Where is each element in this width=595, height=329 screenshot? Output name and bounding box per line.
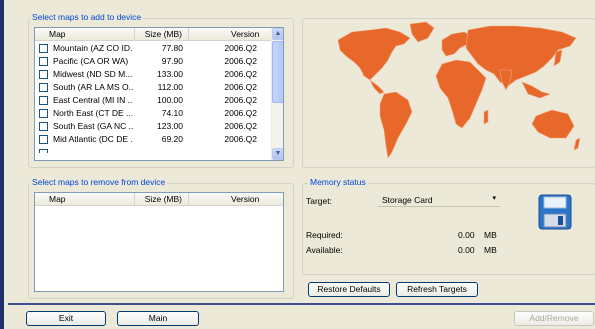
floppy-disk-icon[interactable]	[538, 194, 572, 230]
column-header-size[interactable]: Size (MB)	[135, 28, 189, 41]
list-item[interactable]: East Central (MI IN ... 100.00 2006.Q2	[35, 94, 272, 107]
map-checkbox[interactable]	[39, 122, 48, 131]
map-checkbox[interactable]	[39, 96, 48, 105]
remove-maps-list[interactable]: Map Size (MB) Version	[34, 192, 284, 292]
list-item[interactable]: South East (GA NC ... 123.00 2006.Q2	[35, 120, 272, 133]
map-size: 100.00	[157, 95, 183, 105]
map-name: Midwest (ND SD M...	[53, 69, 133, 79]
map-size: 133.00	[157, 69, 183, 79]
list-item[interactable]: Mid Atlantic (DC DE ... 69.20 2006.Q2	[35, 133, 272, 146]
memory-status-title: Memory status	[308, 177, 368, 187]
scroll-down-button[interactable]: ▼	[272, 148, 283, 160]
required-unit: MB	[484, 230, 497, 240]
column-header-size[interactable]: Size (MB)	[135, 193, 189, 206]
map-size: 69.20	[161, 134, 183, 144]
restore-defaults-button[interactable]: Restore Defaults	[308, 282, 390, 297]
map-size: 74.10	[161, 108, 183, 118]
map-name: Mid Atlantic (DC DE ...	[53, 134, 133, 144]
app-window: Select maps to add to device Map Size (M…	[0, 0, 595, 329]
map-version: 2006.Q2	[224, 69, 257, 79]
map-checkbox[interactable]	[39, 70, 48, 79]
required-label: Required:	[306, 230, 343, 240]
column-header-map[interactable]: Map	[35, 28, 135, 41]
world-map-icon	[337, 21, 581, 159]
column-header-map[interactable]: Map	[35, 193, 135, 206]
map-name: Mountain (AZ CO ID...	[53, 43, 133, 53]
map-checkbox[interactable]	[39, 109, 48, 118]
map-checkbox[interactable]	[39, 135, 48, 144]
available-label: Available:	[306, 245, 343, 255]
map-size: 97.90	[161, 56, 183, 66]
map-name: South East (GA NC ...	[53, 121, 133, 131]
map-version: 2006.Q2	[224, 108, 257, 118]
column-header-version[interactable]: Version	[189, 28, 272, 41]
map-name: East Central (MI IN ...	[53, 95, 133, 105]
target-dropdown[interactable]: Storage Card ▾	[378, 192, 500, 207]
map-checkbox[interactable]	[39, 83, 48, 92]
map-name: North East (CT DE ...	[53, 108, 133, 118]
available-value: 0.00	[458, 245, 475, 255]
target-label: Target:	[306, 196, 332, 206]
map-checkbox[interactable]	[39, 57, 48, 66]
target-value: Storage Card	[382, 195, 433, 205]
add-remove-button[interactable]: Add/Remove	[514, 311, 594, 326]
scrollbar-thumb[interactable]	[272, 41, 283, 103]
remove-maps-title: Select maps to remove from device	[30, 177, 168, 187]
chevron-down-icon[interactable]: ▾	[492, 194, 496, 202]
list-item[interactable]: Mountain (AZ CO ID... 77.80 2006.Q2	[35, 42, 272, 55]
add-list-scrollbar[interactable]: ▲ ▼	[271, 28, 283, 160]
remove-maps-list-header: Map Size (MB) Version	[35, 193, 283, 206]
map-checkbox[interactable]	[39, 44, 48, 53]
add-maps-list-header: Map Size (MB) Version	[35, 28, 272, 41]
map-version: 2006.Q2	[224, 56, 257, 66]
map-version: 2006.Q2	[224, 134, 257, 144]
bottom-separator	[8, 303, 595, 305]
map-name: South (AR LA MS O...	[53, 82, 133, 92]
add-maps-title: Select maps to add to device	[30, 12, 144, 22]
main-button[interactable]: Main	[117, 311, 199, 326]
map-version: 2006.Q2	[224, 43, 257, 53]
map-size: 112.00	[157, 82, 183, 92]
exit-button[interactable]: Exit	[26, 311, 106, 326]
available-unit: MB	[484, 245, 497, 255]
required-value: 0.00	[458, 230, 475, 240]
list-item[interactable]: South (AR LA MS O... 112.00 2006.Q2	[35, 81, 272, 94]
map-size: 77.80	[161, 43, 183, 53]
map-version: 2006.Q2	[224, 121, 257, 131]
refresh-targets-button[interactable]: Refresh Targets	[396, 282, 478, 297]
map-version: 2006.Q2	[224, 82, 257, 92]
list-item[interactable]: Midwest (ND SD M... 133.00 2006.Q2	[35, 68, 272, 81]
map-checkbox[interactable]	[39, 149, 48, 153]
map-version: 2006.Q2	[224, 95, 257, 105]
column-header-version[interactable]: Version	[189, 193, 283, 206]
map-name: Pacific (CA OR WA)	[53, 56, 129, 66]
add-maps-list[interactable]: Map Size (MB) Version Mountain (AZ CO ID…	[34, 27, 284, 161]
list-item[interactable]: Pacific (CA OR WA) 97.90 2006.Q2	[35, 55, 272, 68]
scroll-up-button[interactable]: ▲	[272, 28, 283, 40]
list-item-partial[interactable]	[35, 147, 272, 153]
map-size: 123.00	[157, 121, 183, 131]
list-item[interactable]: North East (CT DE ... 74.10 2006.Q2	[35, 107, 272, 120]
